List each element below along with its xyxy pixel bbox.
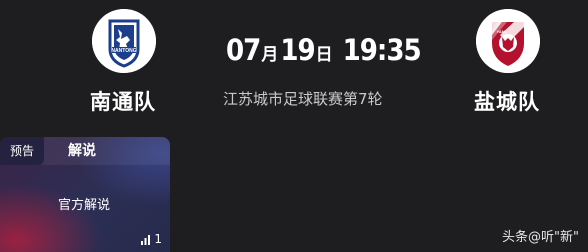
signal-bars-icon: [141, 235, 151, 245]
official-commentary-label[interactable]: 官方解说: [58, 194, 110, 213]
home-team-logo[interactable]: NANTONG: [92, 9, 156, 73]
yancheng-crest-icon: YANC: [476, 9, 540, 73]
commentary-tab-bar: 预告 解说: [0, 137, 170, 165]
match-day: 19: [280, 33, 315, 67]
match-month: 07: [226, 33, 261, 67]
source-watermark: 头条@听"新": [502, 230, 579, 245]
away-logo-text: YANC: [497, 29, 508, 34]
tab-preview[interactable]: 预告: [0, 137, 44, 165]
match-day-unit: 日: [315, 45, 333, 65]
listener-count: 1: [154, 232, 162, 246]
match-datetime: 07 月 19 日 19:35: [226, 33, 422, 69]
away-team-name: 盐城队: [474, 90, 540, 114]
home-logo-text: NANTONG: [111, 48, 136, 54]
away-team-logo[interactable]: YANC: [476, 9, 540, 73]
nantong-crest-icon: NANTONG: [92, 9, 156, 73]
tab-commentary[interactable]: 解说: [68, 137, 96, 165]
match-time: 19:35: [342, 33, 422, 67]
home-team-name: 南通队: [90, 90, 156, 114]
commentary-card[interactable]: 预告 解说 官方解说 1: [0, 137, 170, 252]
match-month-unit: 月: [261, 45, 279, 65]
listener-indicator: 1: [141, 233, 162, 245]
league-round: 江苏城市足球联赛第7轮: [223, 90, 383, 108]
